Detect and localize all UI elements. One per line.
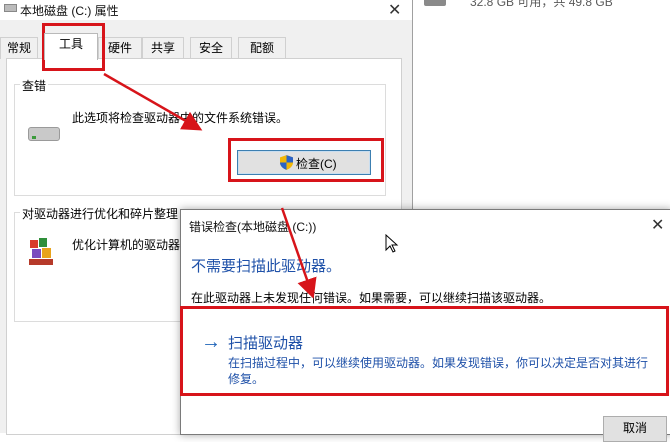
arrow-to-check-button — [103, 72, 203, 131]
tab-tools[interactable]: 工具 — [44, 33, 98, 60]
annotation-arrows — [103, 72, 317, 299]
mouse-cursor-icon — [385, 234, 399, 253]
arrow-to-scan-option — [280, 207, 317, 299]
